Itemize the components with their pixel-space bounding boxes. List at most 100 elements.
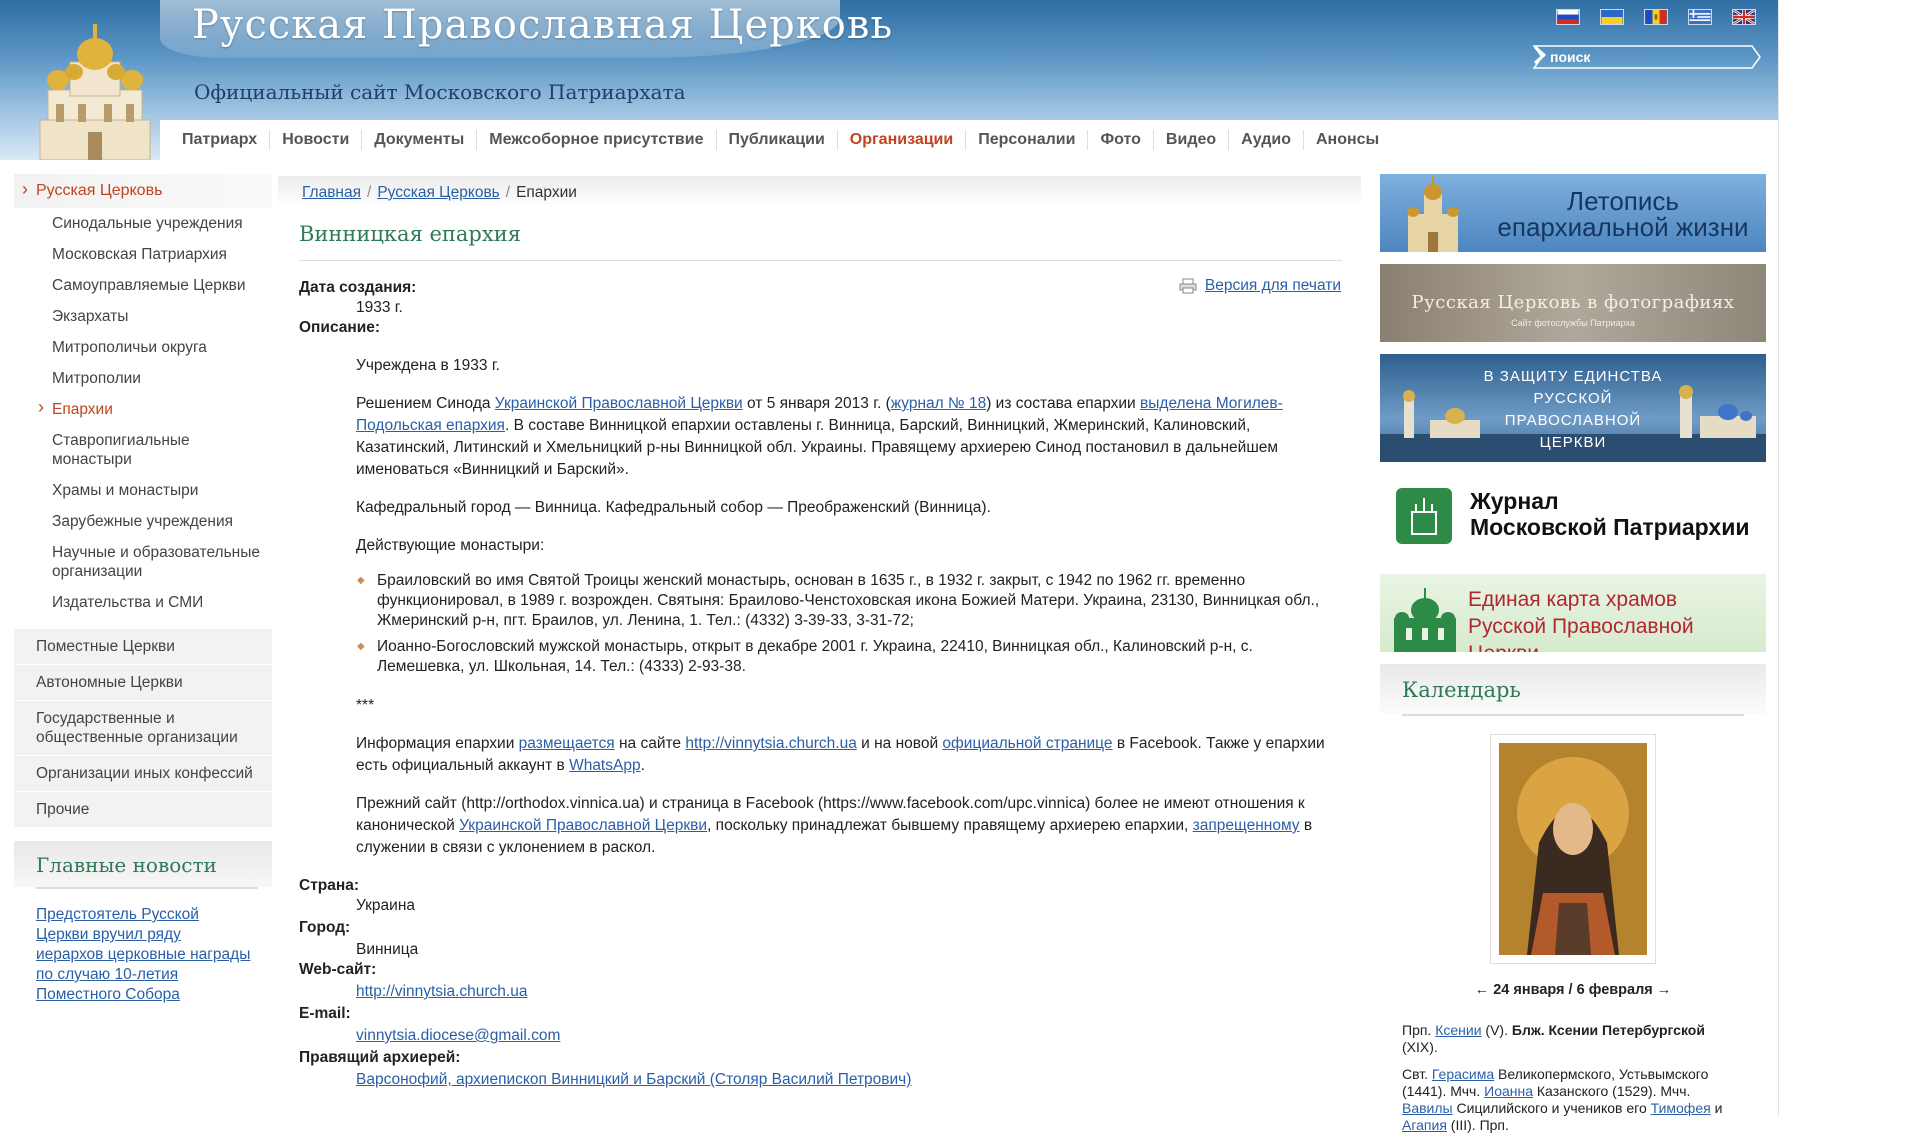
link-saint-ioann[interactable]: Иоанна xyxy=(1484,1083,1533,1099)
sidebar-item-other[interactable]: Прочие xyxy=(14,791,272,827)
cathedral-logo-icon[interactable] xyxy=(30,20,160,160)
text: на сайте xyxy=(614,735,686,752)
sidebar-item-state-orgs[interactable]: Государственные и общественные организац… xyxy=(14,700,272,755)
sidebar-item-other-confessions[interactable]: Организации иных конфессий xyxy=(14,755,272,791)
nav-persons[interactable]: Персоналии xyxy=(966,130,1089,150)
flag-ukraine-icon[interactable] xyxy=(1600,9,1624,25)
news-link[interactable]: Предстоятель Русской Церкви вручил ряду … xyxy=(14,899,272,1005)
desc-paragraph-cathedral: Кафедральный город — Винница. Кафедральн… xyxy=(356,499,991,516)
sidebar-item-exarchates[interactable]: Экзархаты xyxy=(14,301,272,332)
banner-church-photos[interactable]: Русская Церковь в фотографиях Сайт фотос… xyxy=(1380,264,1766,342)
banner1-text: Летопись епархиальной жизни xyxy=(1497,186,1749,242)
nav-announcements[interactable]: Анонсы xyxy=(1304,130,1391,150)
nav-patriarch[interactable]: Патриарх xyxy=(170,130,271,150)
breadcrumb-separator: / xyxy=(367,184,372,201)
bishop-link[interactable]: Варсонофий, архиепископ Винницкий и Барс… xyxy=(356,1071,911,1088)
link-hosted[interactable]: размещается xyxy=(519,735,615,752)
link-banned[interactable]: запрещенному xyxy=(1193,817,1300,834)
sidebar-item-foreign[interactable]: Зарубежные учреждения xyxy=(14,506,272,537)
link-saint-vavila[interactable]: Вавилы xyxy=(1402,1100,1453,1116)
sidebar-item-russian-church[interactable]: Русская Церковь xyxy=(14,174,272,208)
list-item: Браиловский во имя Святой Троицы женский… xyxy=(356,571,1344,631)
nav-publications[interactable]: Публикации xyxy=(717,130,838,150)
link-saint-agapiy[interactable]: Агапия xyxy=(1402,1117,1447,1133)
sidebar-section: Русская Церковь Синодальные учреждения М… xyxy=(14,174,272,618)
sidebar-item-autonomous[interactable]: Автономные Церкви xyxy=(14,664,272,700)
nav-audio[interactable]: Аудио xyxy=(1229,130,1304,150)
text: Прп. xyxy=(1402,1022,1436,1038)
link-journal-18[interactable]: журнал № 18 xyxy=(891,395,986,412)
desc-paragraph-info: Информация епархии размещается на сайте … xyxy=(356,733,1344,777)
nav-news[interactable]: Новости xyxy=(270,130,363,150)
text: ) из состава епархии xyxy=(986,395,1141,412)
link-upc[interactable]: Украинской Православной Церкви xyxy=(495,395,743,412)
page-title: Винницкая епархия xyxy=(299,222,1342,261)
breadcrumb-home[interactable]: Главная xyxy=(302,184,361,201)
search-box xyxy=(1530,44,1762,70)
sidebar-item-synodal[interactable]: Синодальные учреждения xyxy=(14,208,272,239)
sidebar-item-dioceses[interactable]: Епархии xyxy=(14,394,272,425)
site-title[interactable]: Русская Православная Церковь xyxy=(192,2,893,48)
nav-inter-council[interactable]: Межсоборное присутствие xyxy=(477,130,717,150)
stars-separator: *** xyxy=(356,697,375,714)
nav-photo[interactable]: Фото xyxy=(1088,130,1154,150)
link-diocese-site[interactable]: http://vinnytsia.church.ua xyxy=(685,735,856,752)
breadcrumb-current: Епархии xyxy=(516,184,577,201)
email-label: E-mail: xyxy=(299,1005,351,1022)
search-input[interactable] xyxy=(1550,46,1730,68)
text: Казанского (1529). Мчч. xyxy=(1533,1083,1691,1099)
flag-greece-icon[interactable] xyxy=(1688,9,1712,25)
saint-icon-frame[interactable] xyxy=(1490,734,1656,964)
sidebar-item-metropolias[interactable]: Митрополии xyxy=(14,363,272,394)
banner-church-unity[interactable]: В ЗАЩИТУ ЕДИНСТВА РУССКОЙ ПРАВОСЛАВНОЙ Ц… xyxy=(1380,354,1766,462)
link-whatsapp[interactable]: WhatsApp xyxy=(569,757,641,774)
banner-patriarchate-journal[interactable]: Журнал Московской Патриархии xyxy=(1380,474,1766,562)
text: (XIX). xyxy=(1402,1039,1438,1055)
nav-documents[interactable]: Документы xyxy=(362,130,478,150)
sidebar-item-churches-monasteries[interactable]: Храмы и монастыри xyxy=(14,475,272,506)
sidebar-item-education[interactable]: Научные и образовательные организации xyxy=(14,537,272,587)
sidebar-item-metropolitan-districts[interactable]: Митрополичьи округа xyxy=(14,332,272,363)
window-blank-area xyxy=(1778,0,1920,1116)
left-sidebar: Русская Церковь Синодальные учреждения М… xyxy=(14,174,272,1005)
sidebar-item-stavropegial[interactable]: Ставропигиальные монастыри xyxy=(14,425,272,475)
flag-uk-icon[interactable] xyxy=(1732,9,1756,25)
bishop-label: Правящий архиерей: xyxy=(299,1049,461,1066)
banner-diocesan-chronicle[interactable]: Летопись епархиальной жизни xyxy=(1380,174,1766,252)
sidebar-item-patriarchate[interactable]: Московская Патриархия xyxy=(14,239,272,270)
text: Информация епархии xyxy=(356,735,519,752)
flag-moldova-icon[interactable] xyxy=(1644,9,1668,25)
printer-icon[interactable] xyxy=(1179,278,1197,294)
nav-organizations[interactable]: Организации xyxy=(838,130,967,150)
email-link[interactable]: vinnytsia.diocese@gmail.com xyxy=(356,1027,560,1044)
banner5-text: Единая карта храмов Русской Православной … xyxy=(1468,586,1766,652)
city-label: Город: xyxy=(299,919,351,936)
sidebar-item-local-churches[interactable]: Поместные Церкви xyxy=(14,628,272,664)
website-link[interactable]: http://vinnytsia.church.ua xyxy=(356,983,527,1000)
text-bold: Блж. Ксении Петербургской xyxy=(1511,1022,1705,1038)
banner-churches-map[interactable]: Единая карта храмов Русской Православной … xyxy=(1380,574,1766,652)
breadcrumb-russian-church[interactable]: Русская Церковь xyxy=(377,184,499,201)
calendar-date-nav[interactable]: ← 24 января / 6 февраля → xyxy=(1380,982,1766,998)
text: и на новой xyxy=(856,735,943,752)
banner4-text: Журнал Московской Патриархии xyxy=(1470,488,1749,540)
banner5-line2: Русской Православной Церкви xyxy=(1468,615,1694,652)
sidebar-item-self-governing[interactable]: Самоуправляемые Церкви xyxy=(14,270,272,301)
sidebar-item-media[interactable]: Издательства и СМИ xyxy=(14,587,272,618)
desc-paragraph-synod: Решением Синода Украинской Православной … xyxy=(356,393,1344,481)
link-saint-timofey[interactable]: Тимофея xyxy=(1651,1100,1711,1116)
site-subtitle: Официальный сайт Московского Патриархата xyxy=(194,80,686,104)
link-official-page[interactable]: официальной странице xyxy=(942,735,1112,752)
link-upc-2[interactable]: Украинской Православной Церкви xyxy=(459,817,707,834)
link-saint-gerasim[interactable]: Герасима xyxy=(1432,1066,1494,1082)
search-arrow-icon[interactable] xyxy=(1530,44,1550,66)
banner4-line2: Московской Патриархии xyxy=(1470,514,1750,540)
nav-video[interactable]: Видео xyxy=(1154,130,1230,150)
saints-paragraph-2: Свт. Герасима Великопермского, Устьвымск… xyxy=(1402,1066,1744,1134)
bishop-value: Варсонофий, архиепископ Винницкий и Барс… xyxy=(299,1071,1361,1089)
flag-russia-icon[interactable] xyxy=(1556,9,1580,25)
print-version-link[interactable]: Версия для печати xyxy=(1205,275,1341,297)
link-saint-xenia[interactable]: Ксении xyxy=(1435,1022,1481,1038)
text: (III). Прп. xyxy=(1446,1117,1509,1133)
text: Решением Синода xyxy=(356,395,495,412)
